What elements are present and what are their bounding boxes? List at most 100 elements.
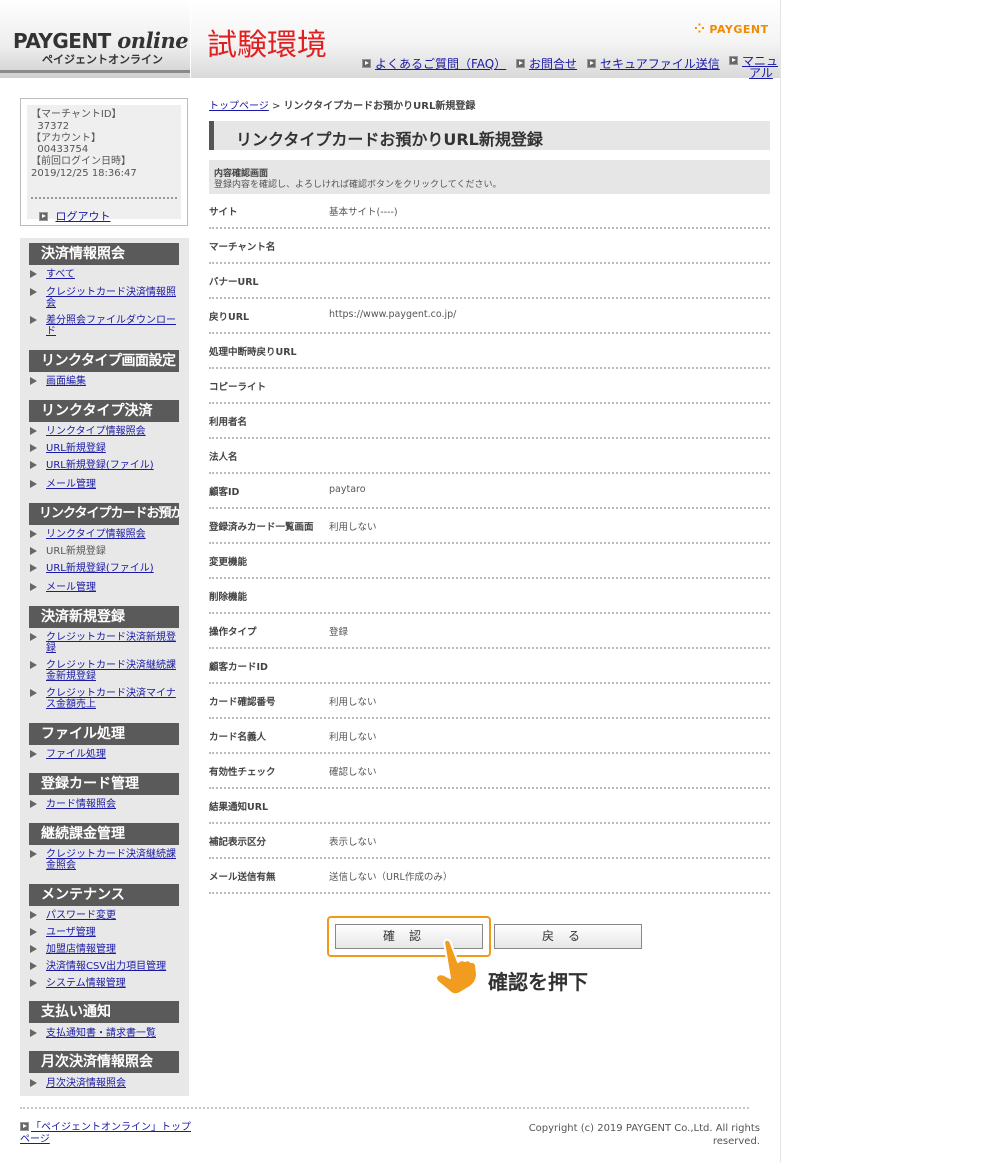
arrow-square-icon [362, 59, 371, 68]
nav-manual[interactable]: マニュ アル [729, 55, 778, 79]
menu-heading-recurring: 継続課金管理 [29, 823, 179, 845]
menu-item-credit-new[interactable]: クレジットカード決済新規登録 [30, 632, 178, 654]
menu-heading-linktype-screen: リンクタイプ画面設定 [29, 350, 179, 372]
nav-faq[interactable]: よくあるご質問（FAQ） [362, 55, 506, 72]
table-row: 登録済みカード一覧画面 利用しない [209, 509, 770, 544]
triangle-right-icon [30, 928, 37, 936]
triangle-right-icon [30, 427, 37, 435]
menu-heading-monthly: 月次決済情報照会 [29, 1051, 179, 1073]
triangle-right-icon [30, 480, 37, 488]
copyright: Copyright (c) 2019 PAYGENT Co.,Ltd. All … [528, 1123, 760, 1147]
menu-heading-card-manage: 登録カード管理 [29, 773, 179, 795]
menu-item-url-register-file[interactable]: URL新規登録(ファイル) [30, 460, 178, 471]
menu-item-invoice-list[interactable]: 支払通知書・請求書一覧 [30, 1028, 178, 1039]
last-login: 2019/12/25 18:36:47 [31, 167, 137, 179]
menu-item-credit-inquiry[interactable]: クレジットカード決済情報照会 [30, 287, 178, 309]
table-row: 顧客カードID [209, 649, 770, 684]
table-row: メール送信有無 送信しない（URL作成のみ） [209, 859, 770, 894]
triangle-right-icon [30, 945, 37, 953]
triangle-right-icon [30, 850, 37, 858]
footer-top-link[interactable]: 「ペイジェントオンライン」トップ ページ [20, 1121, 200, 1146]
menu-item-monthly-inquiry[interactable]: 月次決済情報照会 [30, 1078, 178, 1089]
triangle-right-icon [30, 316, 37, 324]
menu-item-password[interactable]: パスワード変更 [30, 910, 178, 921]
menu-item-file-process[interactable]: ファイル処理 [30, 749, 178, 760]
menu-item-card-mail-manage[interactable]: メール管理 [30, 582, 178, 593]
menu-item-diff-download[interactable]: 差分照会ファイルダウンロード [30, 315, 178, 337]
menu-item-mail-manage[interactable]: メール管理 [30, 479, 178, 490]
menu-item-card-url-register: URL新規登録 [30, 546, 178, 557]
confirm-notice: 内容確認画面 登録内容を確認し、よろしければ確認ボタンをクリックしてください。 [209, 160, 770, 194]
page-title-bar: リンクタイプカードお預かりURL新規登録 [209, 121, 770, 150]
triangle-right-icon [30, 800, 37, 808]
menu-item-screen-edit[interactable]: 画面編集 [30, 376, 178, 387]
menu-item-card-url-register-file[interactable]: URL新規登録(ファイル) [30, 563, 178, 574]
menu-heading-linktype-card: リンクタイプカードお預かり [29, 503, 179, 525]
account-label: 【アカウント】 [31, 132, 101, 144]
triangle-right-icon [30, 1079, 37, 1087]
logo-subtitle: ペイジェントオンライン [42, 53, 163, 66]
nav-secure-file[interactable]: セキュアファイル送信 [587, 55, 720, 72]
menu-item-recurring-inquiry[interactable]: クレジットカード決済継続課金照会 [30, 849, 178, 871]
table-row: 補記表示区分 表示しない [209, 824, 770, 859]
table-row: マーチャント名 [209, 229, 770, 264]
menu-item-all[interactable]: すべて [30, 269, 178, 280]
menu-item-card-linktype-inquiry[interactable]: リンクタイプ情報照会 [30, 529, 178, 540]
account-info: 【マーチャントID】 37372 【アカウント】 00433754 【前回ログイ… [27, 105, 181, 223]
menu-heading-new-payment: 決済新規登録 [29, 606, 179, 628]
table-row: 操作タイプ 登録 [209, 614, 770, 649]
environment-title: 試験環境 [207, 28, 327, 63]
table-row: 処理中断時戻りURL [209, 334, 770, 369]
table-row: コピーライト [209, 369, 770, 404]
table-row: 有効性チェック 確認しない [209, 754, 770, 789]
breadcrumb-home[interactable]: トップページ [209, 101, 269, 112]
menu-item-user-manage[interactable]: ユーザ管理 [30, 927, 178, 938]
table-row: 結果通知URL [209, 789, 770, 824]
table-row: 変更機能 [209, 544, 770, 579]
triangle-right-icon [30, 911, 37, 919]
triangle-right-icon [30, 377, 37, 385]
menu-heading-payment-notice: 支払い通知 [29, 1001, 179, 1023]
triangle-right-icon [30, 979, 37, 987]
breadcrumb: トップページ > リンクタイプカードお預かりURL新規登録 [209, 97, 475, 112]
menu-item-csv-items[interactable]: 決済情報CSV出力項目管理 [30, 961, 178, 972]
side-menu: 決済情報照会 すべて クレジットカード決済情報照会 差分照会ファイルダウンロード… [20, 238, 189, 1096]
menu-item-system-info[interactable]: システム情報管理 [30, 978, 178, 989]
logout-link[interactable]: ログアウト [39, 208, 111, 224]
brand-dots-icon: ⁘ [694, 22, 706, 37]
pointing-hand-icon [435, 938, 478, 996]
triangle-right-icon [30, 270, 37, 278]
account-id: 00433754 [37, 144, 89, 156]
triangle-right-icon [30, 661, 37, 669]
menu-item-url-register[interactable]: URL新規登録 [30, 443, 178, 454]
logo[interactable]: PAYGENT online ペイジェントオンライン [0, 0, 191, 78]
arrow-square-icon [516, 59, 525, 68]
table-row: サイト 基本サイト(----) [209, 194, 770, 229]
press-instruction: 確認を押下 [488, 970, 588, 994]
triangle-right-icon [30, 583, 37, 591]
top-navigation: よくあるご質問（FAQ） お問合せ セキュアファイル送信 マニュ アル [362, 55, 782, 85]
page: PAYGENT online ペイジェントオンライン 試験環境 ⁘ PAYGENT… [0, 0, 780, 1162]
arrow-square-icon [587, 59, 596, 68]
triangle-right-icon [30, 444, 37, 452]
menu-heading-maintenance: メンテナンス [29, 884, 179, 906]
brand-logo: ⁘ PAYGENT [694, 22, 769, 37]
menu-item-linktype-inquiry[interactable]: リンクタイプ情報照会 [30, 426, 178, 437]
menu-item-card-inquiry[interactable]: カード情報照会 [30, 799, 178, 810]
menu-item-credit-minus[interactable]: クレジットカード決済マイナス金額売上 [30, 688, 178, 710]
menu-item-merchant-info[interactable]: 加盟店情報管理 [30, 944, 178, 955]
page-gutter [780, 0, 1000, 1162]
account-info-box: 【マーチャントID】 37372 【アカウント】 00433754 【前回ログイ… [20, 98, 188, 226]
menu-heading-file: ファイル処理 [29, 723, 179, 745]
triangle-right-icon [30, 564, 37, 572]
menu-item-credit-recurring-new[interactable]: クレジットカード決済継続課金新規登録 [30, 660, 178, 682]
table-row: 顧客ID paytaro [209, 474, 770, 509]
table-row: カード確認番号 利用しない [209, 684, 770, 719]
back-button[interactable]: 戻る [494, 924, 642, 949]
arrow-square-icon [729, 56, 738, 65]
triangle-right-icon [30, 962, 37, 970]
breadcrumb-separator: > [268, 101, 284, 112]
nav-contact[interactable]: お問合せ [516, 55, 577, 72]
header: PAYGENT online ペイジェントオンライン 試験環境 ⁘ PAYGENT… [0, 0, 780, 79]
table-row: 戻りURL https://www.paygent.co.jp/ [209, 299, 770, 334]
